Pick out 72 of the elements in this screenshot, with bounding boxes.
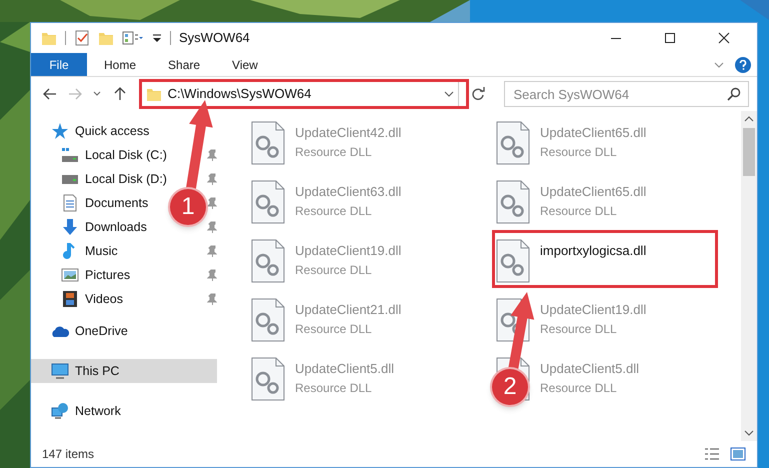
nav-item[interactable]: Documents	[31, 191, 152, 215]
scroll-up-icon[interactable]	[744, 114, 754, 124]
file-type: Resource DLL	[295, 320, 373, 338]
forward-arrow-icon	[68, 88, 82, 100]
nav-item[interactable]: Videos	[31, 287, 127, 311]
up-arrow-icon	[114, 87, 126, 101]
nav-item[interactable]: Downloads	[31, 215, 151, 239]
document-icon	[61, 194, 79, 212]
pin-icon[interactable]	[207, 269, 217, 281]
nav-item[interactable]: Music	[31, 239, 122, 263]
ribbon-tab[interactable]: Share	[153, 53, 216, 76]
folder-icon	[146, 86, 162, 102]
scrollbar[interactable]	[741, 111, 757, 441]
file-gear-icon	[496, 180, 530, 224]
refresh-icon	[471, 87, 486, 101]
pin-icon[interactable]	[207, 293, 217, 305]
maximize-icon	[664, 32, 676, 44]
nav-item[interactable]: Local Disk (C:)	[31, 143, 171, 167]
help-icon	[739, 60, 747, 70]
film-icon	[61, 290, 79, 308]
monitor-icon	[51, 362, 69, 380]
nav-item[interactable]: This PC	[31, 359, 217, 383]
window-title: SysWOW64	[179, 29, 250, 48]
caret-icon	[93, 91, 102, 97]
star-icon	[51, 122, 69, 140]
file-gear-icon	[251, 357, 285, 401]
download-arrow-icon	[61, 218, 79, 236]
file-gear-icon	[496, 121, 530, 165]
file-gear-icon	[496, 239, 530, 283]
pin-icon[interactable]	[207, 173, 217, 185]
scroll-down-icon[interactable]	[744, 428, 754, 438]
drive-icon	[61, 146, 79, 164]
item-count: 147 items	[42, 446, 94, 463]
file-type: Resource DLL	[295, 380, 373, 396]
back-arrow-icon	[42, 88, 57, 100]
large-icons-view-icon[interactable]	[730, 447, 746, 461]
file-type: Resource DLL	[295, 144, 373, 160]
file-type: Resource DLL	[295, 262, 373, 278]
ribbon-tab[interactable]: View	[217, 53, 273, 76]
file-type: Resource DLL	[540, 202, 618, 220]
search-icon[interactable]	[727, 87, 741, 101]
picture-icon	[61, 266, 79, 284]
file-gear-icon	[251, 121, 285, 165]
file-type: Resource DLL	[540, 380, 618, 396]
nav-item[interactable]: OneDrive	[31, 319, 132, 343]
file-gear-icon	[251, 239, 285, 283]
pin-icon[interactable]	[207, 245, 217, 257]
ribbon-tab[interactable]: Home	[89, 53, 152, 76]
pin-icon[interactable]	[207, 221, 217, 233]
scrollbar-thumb[interactable]	[743, 128, 755, 176]
checklist-icon[interactable]	[74, 30, 90, 46]
file-gear-icon	[251, 180, 285, 224]
address-path: C:\Windows\SysWOW64	[168, 85, 312, 104]
file-type: Resource DLL	[295, 202, 373, 220]
file-tab[interactable]: File	[31, 53, 87, 76]
nav-item[interactable]: Local Disk (D:)	[31, 167, 171, 191]
details-view-icon[interactable]	[704, 447, 720, 461]
nav-item[interactable]: Pictures	[31, 263, 134, 287]
nav-item[interactable]: Quick access	[31, 119, 154, 143]
network-icon	[51, 402, 69, 420]
file-gear-icon	[251, 298, 285, 342]
file-type: Resource DLL	[540, 144, 618, 160]
close-icon	[718, 32, 730, 44]
pin-icon[interactable]	[207, 149, 217, 161]
file-type: Resource DLL	[540, 320, 618, 338]
nav-item[interactable]: Network	[31, 399, 125, 423]
search-field[interactable]: Search SysWOW64	[504, 81, 749, 107]
pin-icon[interactable]	[207, 197, 217, 209]
properties-icon[interactable]	[122, 30, 144, 46]
file-name[interactable]: importxylogicsa.dll	[540, 241, 646, 260]
caret-icon[interactable]	[444, 90, 454, 98]
help-button[interactable]	[735, 56, 751, 72]
